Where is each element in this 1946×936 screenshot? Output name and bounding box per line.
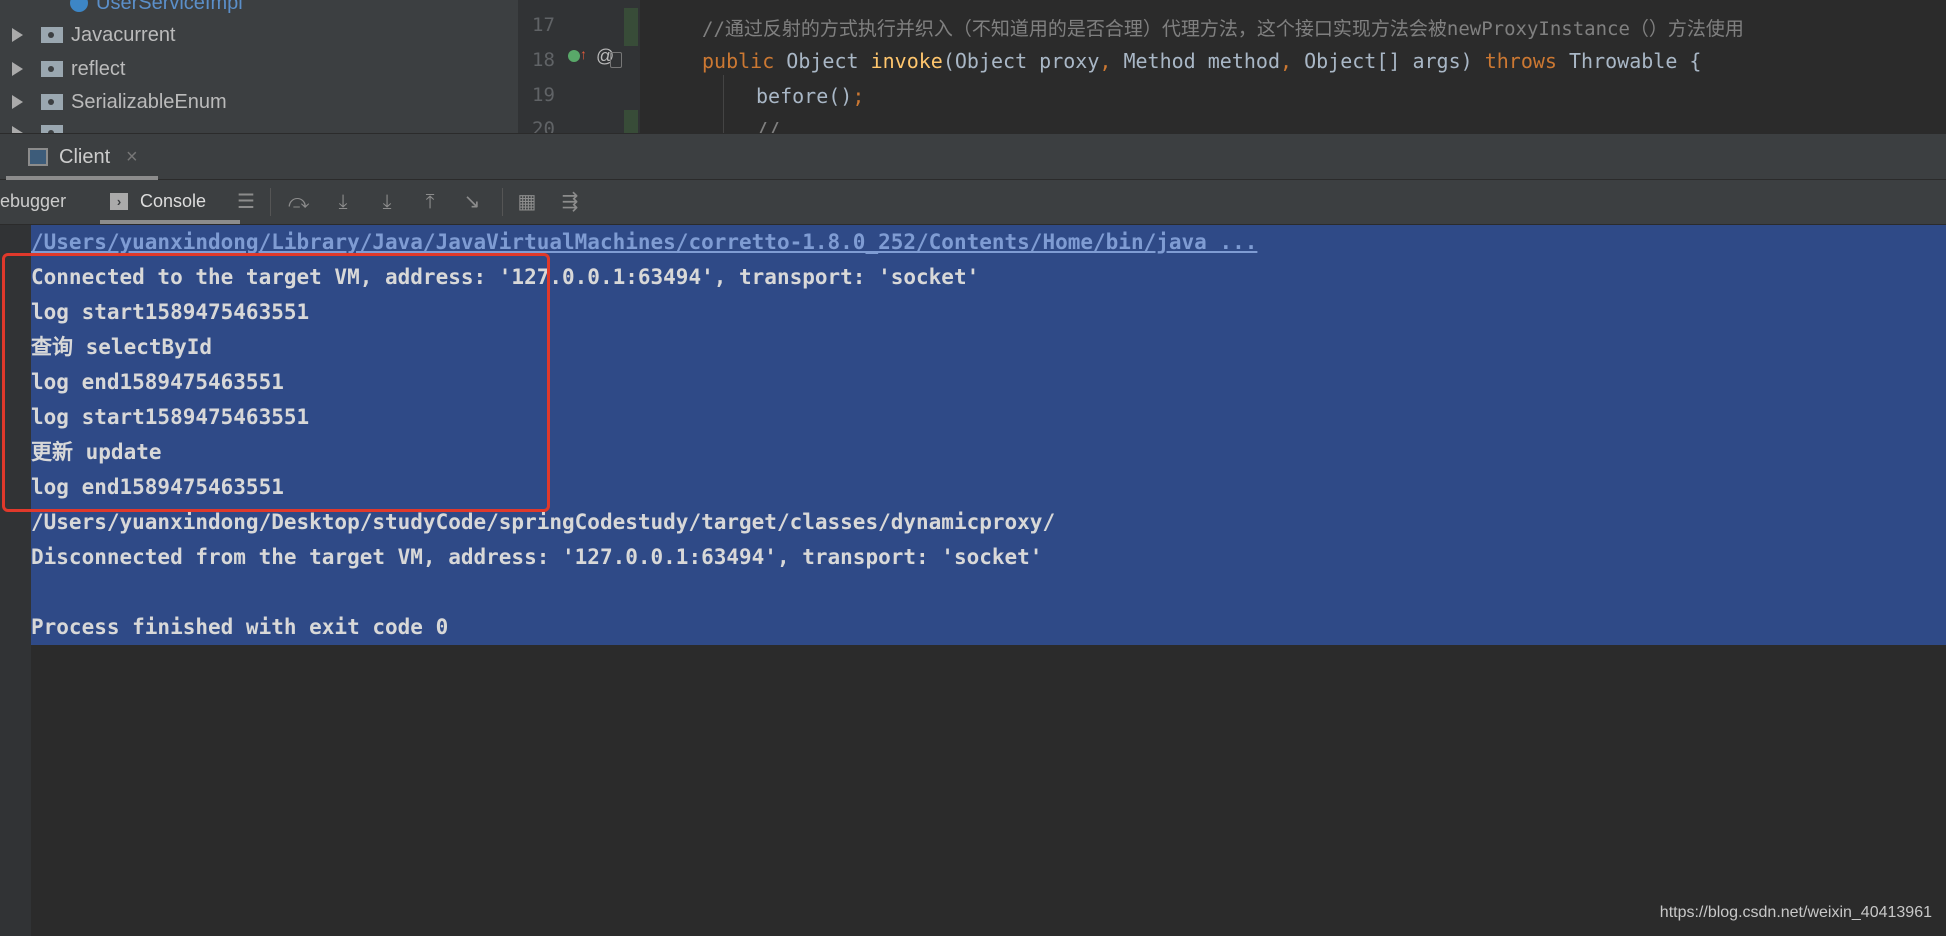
tree-item-userserviceimpl[interactable]: UserServiceImpl [70,0,243,18]
editor-gutter: 17 18 ↑ @ 19 20 [518,0,640,140]
console-line: Disconnected from the target VM, address… [31,545,1043,569]
tree-item-serializableenum[interactable]: SerializableEnum [12,87,227,117]
line-number: 19 [532,84,555,106]
tree-item-label: reflect [71,57,126,80]
tree-item-label: UserServiceImpl [96,0,243,14]
run-to-cursor-icon[interactable]: ↘ [462,192,482,212]
tab-label: Client [59,146,111,168]
line-number: 17 [532,14,555,36]
folder-icon [41,125,63,133]
code-line-19: before(); [756,84,865,108]
project-tree-panel: UserServiceImpl Javacurrent reflect Seri… [0,0,518,133]
expand-arrow-icon[interactable] [12,95,23,109]
tab-debugger[interactable]: ebugger [0,191,66,212]
change-marker[interactable] [624,8,638,46]
folder-icon [41,61,63,77]
class-icon [70,0,88,12]
annotation-highlight-box [2,253,550,512]
active-tab-indicator [100,220,240,224]
console-line: Process finished with exit code 0 [31,615,449,639]
folder-icon [41,94,63,110]
console-icon: › [110,193,128,210]
expand-arrow-icon[interactable] [12,28,23,42]
step-into-icon[interactable]: ⤓ [377,192,397,212]
change-marker[interactable] [624,110,638,133]
code-comment: //通过反射的方式执行并织入（不知道用的是否合理）代理方法，这个接口实现方法会被… [702,18,1744,40]
folder-icon [41,27,63,43]
divider [270,188,271,216]
debug-toolbar: ebugger › Console ☰ ⤼ ⤓ ⤓ ⤒ ↘ ▦ ⇶ [0,180,1946,225]
tree-item-partial [12,118,71,133]
indent-guide [723,75,724,133]
trace-icon[interactable]: ⇶ [560,192,580,212]
expand-arrow-icon[interactable] [12,62,23,76]
run-tab-bar: Client × [0,133,1946,180]
tab-client[interactable]: Client × [6,134,158,180]
tree-item-javacurrent[interactable]: Javacurrent [12,20,176,50]
implements-icon[interactable] [568,50,580,62]
override-arrow-icon[interactable]: ↑ [580,46,587,62]
step-over-icon[interactable]: ⤓ [333,192,353,212]
tab-label: Console [140,191,207,211]
close-icon[interactable]: × [126,146,138,169]
tree-item-label: SerializableEnum [71,90,227,113]
fold-icon[interactable] [610,52,622,68]
code-line-18: public Object invoke(Object proxy, Metho… [702,49,1702,73]
code-line-20: // [756,118,781,133]
show-execution-point-icon[interactable]: ⤼ [288,192,309,212]
step-out-icon[interactable]: ⤒ [420,192,440,212]
evaluate-expression-icon[interactable]: ▦ [517,192,537,212]
menu-icon[interactable]: ☰ [236,192,256,212]
watermark: https://blog.csdn.net/weixin_40413961 [1659,904,1932,921]
line-number: 18 [532,49,555,71]
tab-console[interactable]: › Console [100,180,240,224]
expand-arrow-icon [12,126,23,133]
tree-item-label: Javacurrent [71,23,176,46]
code-editor[interactable]: //通过反射的方式执行并织入（不知道用的是否合理）代理方法，这个接口实现方法会被… [640,0,1946,133]
run-window-icon [28,148,48,166]
tree-item-reflect[interactable]: reflect [12,54,125,84]
divider [502,188,503,216]
